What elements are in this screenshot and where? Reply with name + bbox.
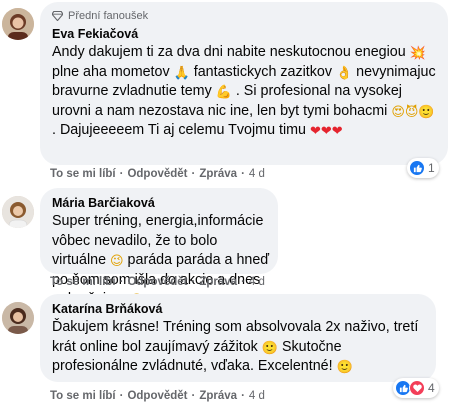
comment-author[interactable]: Eva Fekiačová — [52, 26, 436, 43]
comment-text: Andy dakujem ti za dva dni nabite neskut… — [52, 43, 436, 141]
timestamp[interactable]: 4 d — [249, 276, 265, 288]
top-fan-badge[interactable]: Přední fanoušek — [52, 9, 436, 23]
reply-link[interactable]: Odpovědět — [127, 276, 187, 288]
avatar[interactable] — [2, 196, 34, 228]
timestamp[interactable]: 4 d — [249, 390, 265, 402]
message-link[interactable]: Zpráva — [199, 168, 237, 180]
comment-actions: To se mi líbí · Odpovědět · Zpráva · 4 d — [50, 390, 265, 402]
avatar[interactable] — [2, 302, 34, 334]
thumbs-up-icon — [409, 160, 425, 176]
avatar-photo-icon — [2, 196, 34, 228]
separator: · — [191, 390, 196, 402]
reply-link[interactable]: Odpovědět — [127, 168, 187, 180]
reply-link[interactable]: Odpovědět — [127, 390, 187, 402]
collision-emoji: 💥 — [409, 46, 426, 61]
timestamp[interactable]: 4 d — [249, 168, 265, 180]
avatar-photo-icon — [2, 8, 34, 40]
message-link[interactable]: Zpráva — [199, 276, 237, 288]
text-segment: . Dajujeeeeem Ti aj celemu Tvojmu timu — [52, 122, 310, 138]
reaction-summary[interactable]: 1 — [407, 158, 439, 178]
comment-text: Ďakujem krásne! Tréning som absolvovala … — [52, 318, 428, 377]
separator: · — [119, 276, 124, 288]
comment-bubble: Mária Barčiaková Super tréning, energia,… — [40, 188, 278, 307]
smiling-face-emoji: 🙂 — [261, 340, 278, 356]
avatar[interactable] — [2, 8, 34, 40]
ok-hand-emoji: 👌 — [335, 65, 353, 81]
face-emojis: 😍😈🙂 — [391, 104, 435, 120]
message-link[interactable]: Zpráva — [199, 390, 237, 402]
like-link[interactable]: To se mi líbí — [50, 276, 116, 288]
red-hearts-emoji: ❤❤❤ — [309, 124, 343, 139]
text-segment: Ďakujem krásne! Tréning som absolvovala … — [52, 319, 419, 355]
comment-actions: To se mi líbí · Odpovědět · Zpráva · 4 d — [50, 168, 265, 180]
separator: · — [241, 390, 245, 402]
avatar-photo-icon — [2, 302, 34, 334]
like-link[interactable]: To se mi líbí — [50, 168, 116, 180]
folded-hands-emoji: 🙏 — [173, 65, 190, 81]
badge-label: Přední fanoušek — [68, 10, 149, 22]
reaction-summary[interactable]: 4 — [393, 378, 439, 398]
diamond-icon — [52, 11, 63, 21]
winking-face-emoji: 😉 — [110, 254, 124, 269]
comment-author[interactable]: Mária Barčiaková — [52, 195, 266, 212]
comment-bubble: Katarína Brňáková Ďakujem krásne! Trénin… — [40, 294, 436, 382]
smiling-face-emoji: 🙂 — [336, 360, 353, 375]
separator: · — [119, 168, 124, 180]
heart-icon — [409, 380, 425, 396]
separator: · — [241, 276, 245, 288]
separator: · — [241, 168, 245, 180]
reaction-count: 1 — [428, 161, 435, 175]
reaction-count: 4 — [428, 381, 435, 395]
text-segment: fantastickych zazitkov — [189, 63, 336, 80]
separator: · — [119, 390, 124, 402]
text-segment: Andy dakujem ti za dva dni nabite neskut… — [52, 44, 410, 60]
like-link[interactable]: To se mi líbí — [50, 390, 116, 402]
comment-bubble: Přední fanoušek Eva Fekiačová Andy dakuj… — [40, 2, 448, 165]
comment-actions: To se mi líbí · Odpovědět · Zpráva · 4 d — [50, 276, 265, 288]
flexed-biceps-emoji: 💪 — [215, 85, 232, 100]
comment-author[interactable]: Katarína Brňáková — [52, 301, 424, 318]
separator: · — [191, 168, 196, 180]
text-segment: plne aha mometov — [52, 63, 174, 80]
separator: · — [191, 276, 196, 288]
